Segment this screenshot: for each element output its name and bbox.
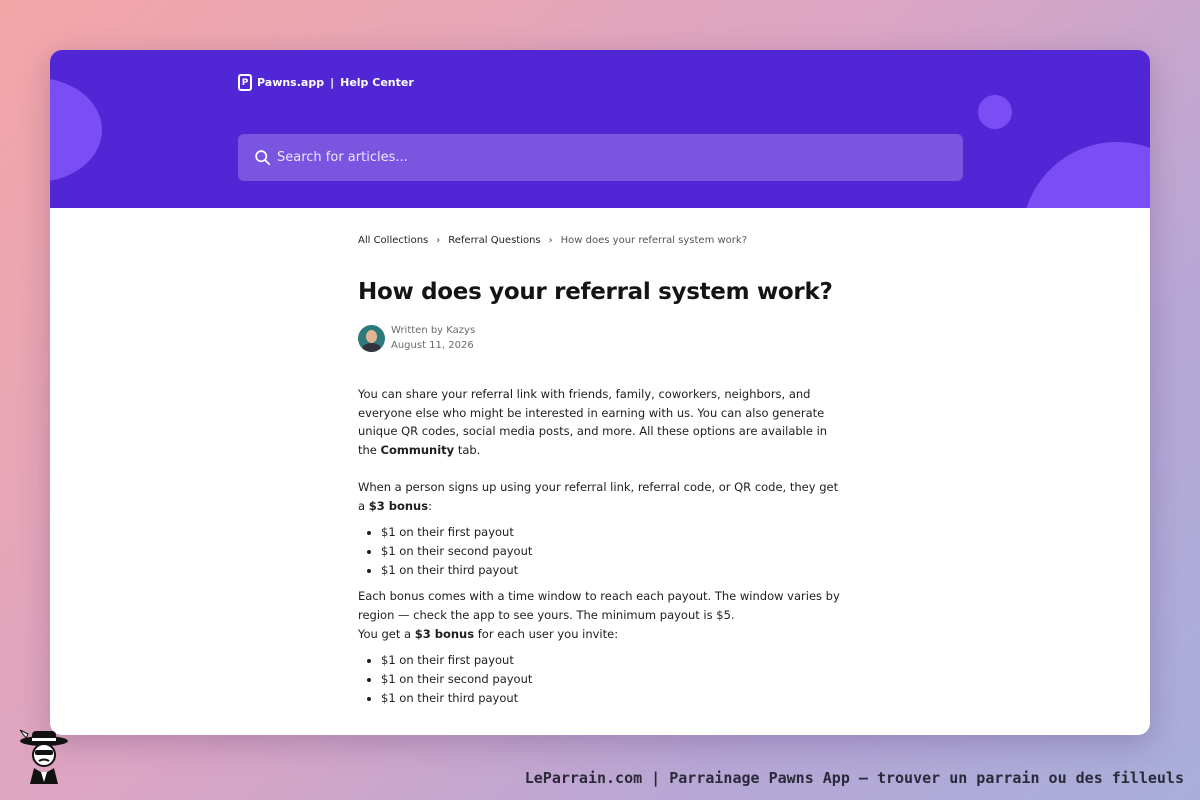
list-item: $1 on their second payout (381, 542, 848, 561)
paragraph: When a person signs up using your referr… (358, 479, 839, 513)
avatar (358, 324, 385, 352)
search-bar[interactable] (238, 134, 963, 181)
chevron-right-icon: › (548, 235, 553, 246)
chevron-right-icon: › (436, 235, 441, 246)
author-name: Written by Kazys (391, 325, 476, 336)
article-container: All Collections › Referral Questions › H… (358, 235, 848, 716)
community-bold: Community (380, 443, 455, 458)
decorative-circle (978, 95, 1012, 129)
breadcrumb: All Collections › Referral Questions › H… (358, 235, 848, 246)
list-item: $1 on their first payout (381, 523, 848, 542)
list-item: $1 on their third payout (381, 561, 848, 580)
help-center-window: P Pawns.app | Help Center All Collection… (50, 50, 1150, 735)
article-title: How does your referral system work? (358, 279, 833, 305)
help-center-label: Help Center (340, 76, 414, 89)
paragraph: Each bonus comes with a time window to r… (358, 589, 840, 641)
footer-caption: LeParrain.com | Parrainage Pawns App — t… (524, 769, 1184, 787)
article-body: You can share your referral link with fr… (358, 385, 848, 708)
brand-name: Pawns.app (257, 76, 325, 89)
hero-header: P Pawns.app | Help Center (50, 50, 1150, 208)
breadcrumb-referral-questions[interactable]: Referral Questions (448, 235, 540, 246)
breadcrumb-current: How does your referral system work? (560, 235, 748, 246)
paragraph: You can share your referral link with fr… (358, 387, 828, 458)
decorative-circle (50, 78, 102, 182)
pawns-logo-icon: P (238, 74, 252, 91)
decorative-circle (1022, 142, 1150, 208)
brand-separator: | (330, 76, 335, 89)
list-item: $1 on their second payout (381, 670, 848, 689)
author-info: Written by Kazys August 11, 2026 (358, 323, 848, 353)
breadcrumb-all-collections[interactable]: All Collections (358, 235, 428, 246)
article-date: August 11, 2026 (391, 340, 474, 351)
bonus-bold: $3 bonus (414, 626, 475, 641)
brand-link[interactable]: P Pawns.app | Help Center (238, 74, 414, 91)
bonus-bold: $3 bonus (368, 498, 429, 513)
search-icon (255, 150, 271, 166)
search-input[interactable] (277, 150, 927, 165)
mascot-logo-icon (19, 729, 68, 784)
list-item: $1 on their first payout (381, 651, 848, 670)
bonus-list: $1 on their first payout $1 on their sec… (381, 523, 848, 579)
list-item: $1 on their third payout (381, 689, 848, 708)
bonus-list: $1 on their first payout $1 on their sec… (381, 651, 848, 707)
